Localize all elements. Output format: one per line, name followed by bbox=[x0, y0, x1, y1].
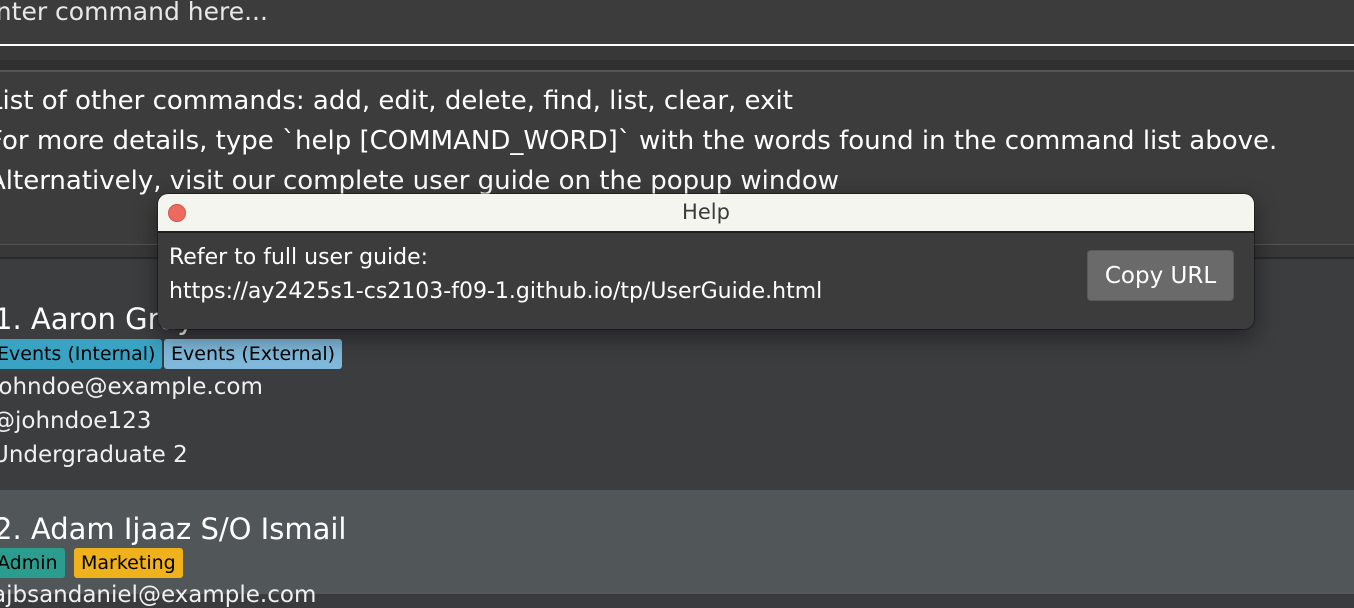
person-card[interactable]: 2. Adam Ijaaz S/O Ismail Admin Marketing… bbox=[0, 490, 1354, 608]
tag: Events (External) bbox=[164, 339, 343, 369]
help-text: Refer to full user guide: bbox=[169, 245, 429, 270]
command-input[interactable] bbox=[0, 0, 1334, 25]
person-name: 2. Adam Ijaaz S/O Ismail bbox=[0, 512, 347, 546]
user-guide-url: https://ay2425s1-cs2103-f09-1.github.io/… bbox=[169, 279, 823, 304]
person-email: johndoe@example.com bbox=[0, 374, 263, 400]
command-box[interactable] bbox=[0, 0, 1354, 46]
divider bbox=[0, 46, 1354, 60]
person-year: Undergraduate 2 bbox=[0, 442, 188, 468]
help-window[interactable]: Help Refer to full user guide: https://a… bbox=[158, 194, 1254, 329]
help-titlebar[interactable]: Help bbox=[158, 194, 1254, 233]
tag: Events (Internal) bbox=[0, 339, 163, 369]
result-line: Alternatively, visit our complete user g… bbox=[0, 166, 840, 196]
person-email: ajbsandaniel@example.com bbox=[0, 582, 317, 608]
help-title: Help bbox=[682, 200, 730, 224]
result-line: For more details, type `help [COMMAND_WO… bbox=[0, 126, 1278, 156]
result-line: List of other commands: add, edit, delet… bbox=[0, 86, 793, 116]
tag: Admin bbox=[0, 548, 65, 578]
divider bbox=[0, 60, 1354, 72]
tag: Marketing bbox=[74, 548, 183, 578]
help-body: Refer to full user guide: https://ay2425… bbox=[158, 233, 1254, 329]
copy-url-button[interactable]: Copy URL bbox=[1087, 250, 1234, 301]
person-telegram: @johndoe123 bbox=[0, 408, 152, 434]
